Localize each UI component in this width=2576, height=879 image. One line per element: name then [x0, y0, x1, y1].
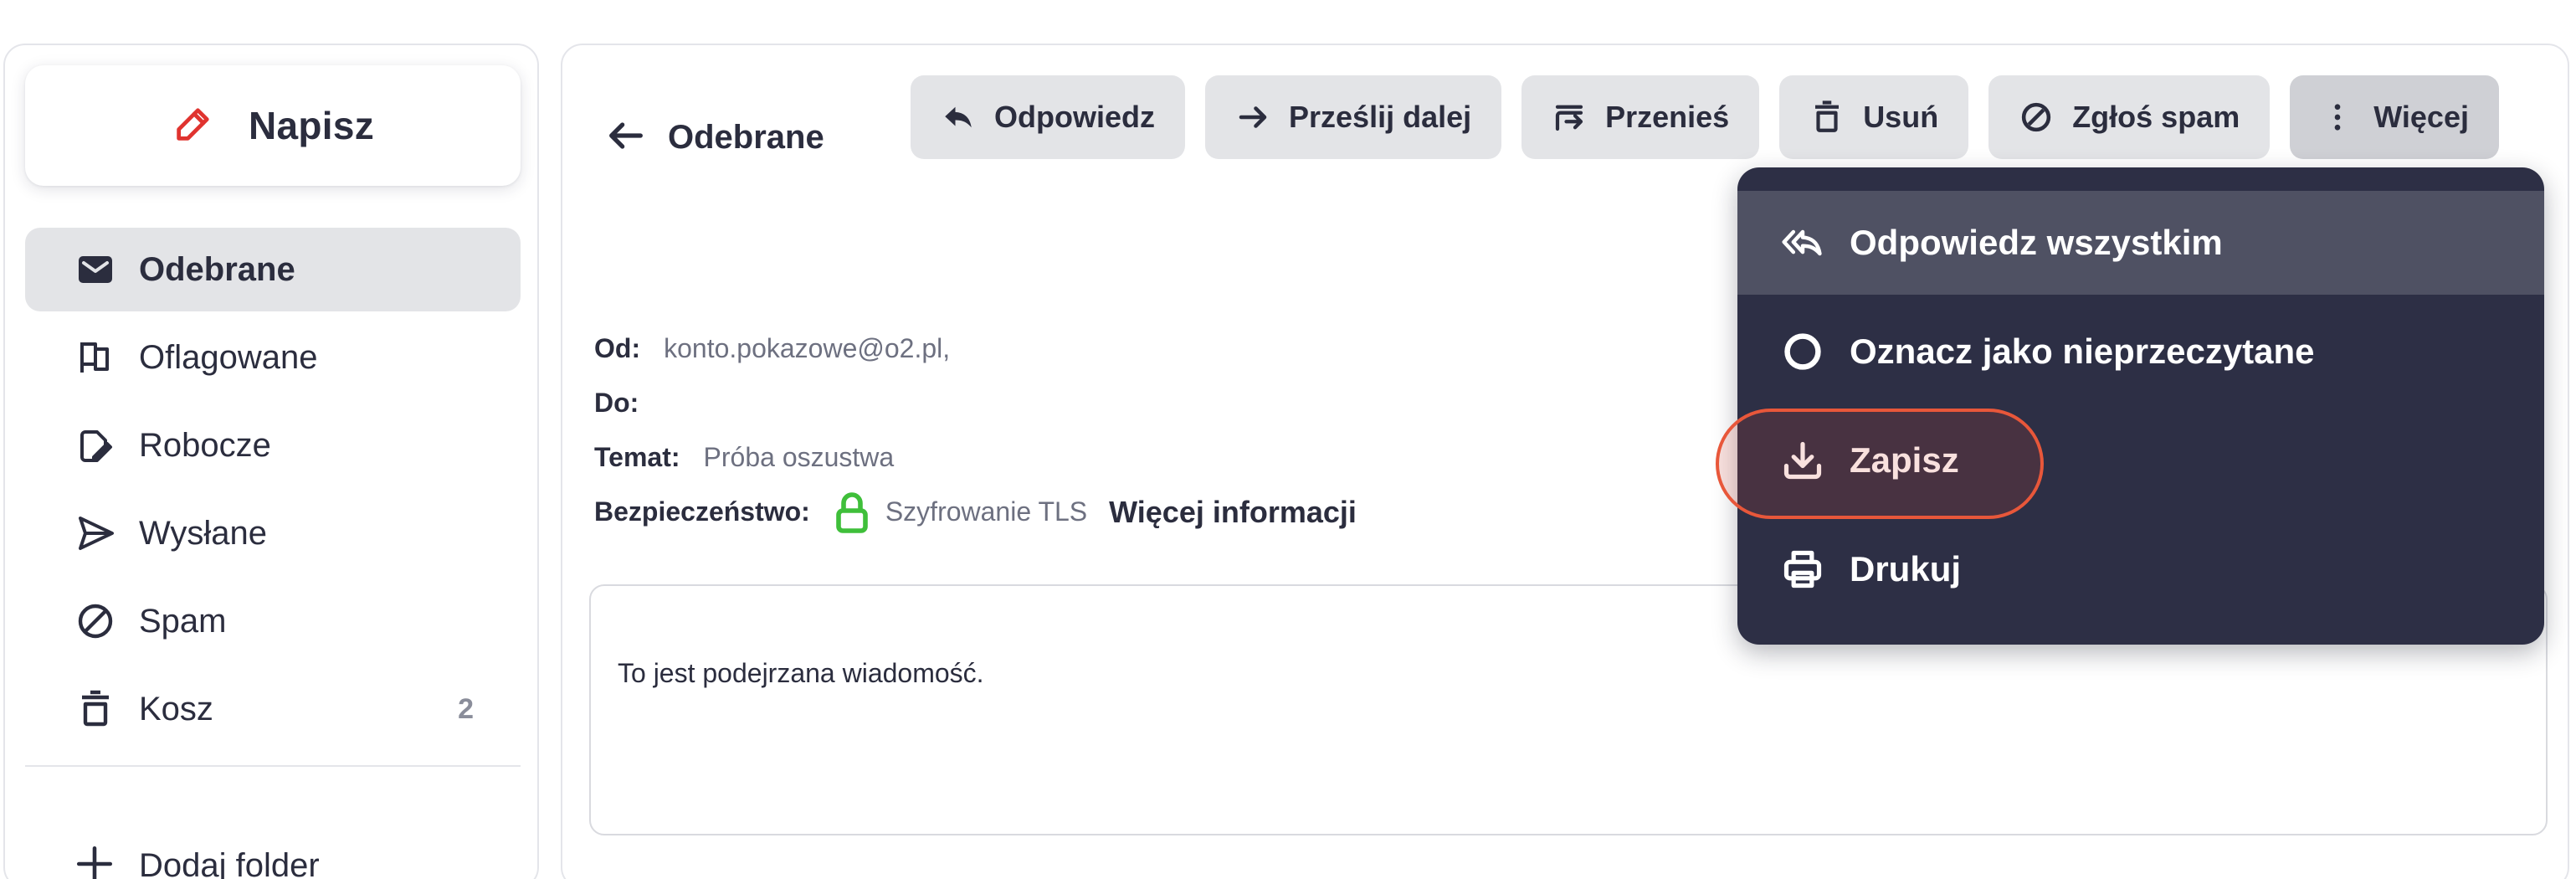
sidebar: Napisz Odebrane Oflagowane Robocze Wysła…	[3, 44, 539, 879]
reply-icon	[945, 106, 972, 128]
sidebar-item-label: Wysłane	[139, 514, 268, 552]
sidebar-item-label: Oflagowane	[139, 338, 318, 376]
more-label: Więcej	[2373, 100, 2469, 134]
more-vertical-icon	[2334, 104, 2341, 131]
draft-icon	[74, 424, 117, 467]
sidebar-item-label: Kosz	[139, 690, 213, 727]
menu-item-label: Drukuj	[1850, 549, 1962, 589]
sidebar-item-wyslane[interactable]: Wysłane	[25, 491, 521, 575]
menu-item-mark-unread[interactable]: Oznacz jako nieprzeczytane	[1737, 300, 2544, 404]
message-body-text: To jest podejrzana wiadomość.	[618, 658, 984, 688]
sidebar-divider	[25, 765, 521, 767]
sidebar-item-label: Robocze	[139, 426, 271, 464]
flag-icon	[74, 336, 117, 379]
menu-item-label: Oznacz jako nieprzeczytane	[1850, 332, 2315, 371]
envelope-icon	[74, 248, 117, 291]
add-folder-label: Dodaj folder	[139, 846, 320, 879]
block-icon	[74, 599, 117, 643]
delete-label: Usuń	[1863, 100, 1939, 134]
forward-button[interactable]: Prześlij dalej	[1205, 75, 1502, 159]
reply-all-icon	[1782, 229, 1822, 256]
arrow-left-icon	[604, 114, 648, 162]
block-icon	[2022, 102, 2051, 132]
add-folder-button[interactable]: Dodaj folder	[25, 824, 521, 879]
menu-item-print[interactable]: Drukuj	[1737, 517, 2544, 621]
lock-icon	[836, 491, 868, 533]
message-header: Od: konto.pokazowe@o2.pl, Do: Temat: Pró…	[594, 321, 1357, 539]
sidebar-item-label: Odebrane	[139, 250, 295, 288]
message-toolbar: Odpowiedz Prześlij dalej Przenieś Usuń Z…	[911, 75, 2499, 161]
more-button[interactable]: Więcej	[2290, 75, 2499, 159]
circle-icon	[1784, 333, 1821, 370]
folder-count-badge: 2	[458, 692, 474, 725]
menu-item-label: Zapisz	[1850, 440, 1959, 480]
plus-icon	[74, 843, 115, 879]
trash-icon	[74, 687, 117, 731]
from-value[interactable]: konto.pokazowe@o2.pl,	[664, 333, 950, 364]
sidebar-item-label: Spam	[139, 602, 227, 640]
back-button[interactable]: Odebrane	[604, 95, 824, 179]
mail-app: Napisz Odebrane Oflagowane Robocze Wysła…	[0, 0, 2576, 879]
menu-item-save[interactable]: Zapisz	[1737, 409, 2544, 512]
reply-label: Odpowiedz	[994, 100, 1155, 134]
more-actions-menu: Odpowiedz wszystkim Oznacz jako nieprzec…	[1737, 167, 2544, 645]
more-info-link[interactable]: Więcej informacji	[1109, 495, 1357, 530]
download-icon	[1783, 441, 1822, 480]
sidebar-item-spam[interactable]: Spam	[25, 579, 521, 663]
pencil-icon	[172, 102, 215, 150]
send-icon	[74, 511, 117, 555]
report-spam-label: Zgłoś spam	[2072, 100, 2240, 134]
menu-item-label: Odpowiedz wszystkim	[1850, 223, 2223, 262]
security-row: Bezpieczeństwo: Szyfrowanie TLS Więcej i…	[594, 485, 1357, 539]
to-row: Do:	[594, 376, 1357, 430]
sidebar-item-kosz[interactable]: Kosz 2	[25, 667, 521, 751]
sidebar-item-robocze[interactable]: Robocze	[25, 404, 521, 487]
to-label: Do:	[594, 388, 639, 418]
forward-label: Prześlij dalej	[1289, 100, 1472, 134]
subject-row: Temat: Próba oszustwa	[594, 430, 1357, 485]
compose-label: Napisz	[248, 104, 375, 147]
folder-list: Odebrane Oflagowane Robocze Wysłane Spam…	[25, 228, 521, 755]
move-label: Przenieś	[1605, 100, 1730, 134]
reply-button[interactable]: Odpowiedz	[911, 75, 1185, 159]
report-spam-button[interactable]: Zgłoś spam	[1988, 75, 2271, 159]
back-label: Odebrane	[668, 118, 824, 156]
move-icon	[1556, 105, 1583, 131]
from-label: Od:	[594, 333, 641, 363]
trash-icon	[1815, 100, 1840, 132]
move-button[interactable]: Przenieś	[1521, 75, 1760, 159]
menu-item-reply-all[interactable]: Odpowiedz wszystkim	[1737, 191, 2544, 295]
security-value: Szyfrowanie TLS	[885, 496, 1088, 527]
subject-label: Temat:	[594, 442, 680, 472]
arrow-right-icon	[1239, 106, 1267, 128]
delete-button[interactable]: Usuń	[1779, 75, 1969, 159]
subject-value: Próba oszustwa	[703, 442, 895, 472]
sidebar-item-oflagowane[interactable]: Oflagowane	[25, 316, 521, 399]
from-row: Od: konto.pokazowe@o2.pl,	[594, 321, 1357, 376]
security-label: Bezpieczeństwo:	[594, 496, 810, 527]
sidebar-item-odebrane[interactable]: Odebrane	[25, 228, 521, 311]
printer-icon	[1783, 550, 1822, 589]
compose-button[interactable]: Napisz	[25, 65, 521, 186]
